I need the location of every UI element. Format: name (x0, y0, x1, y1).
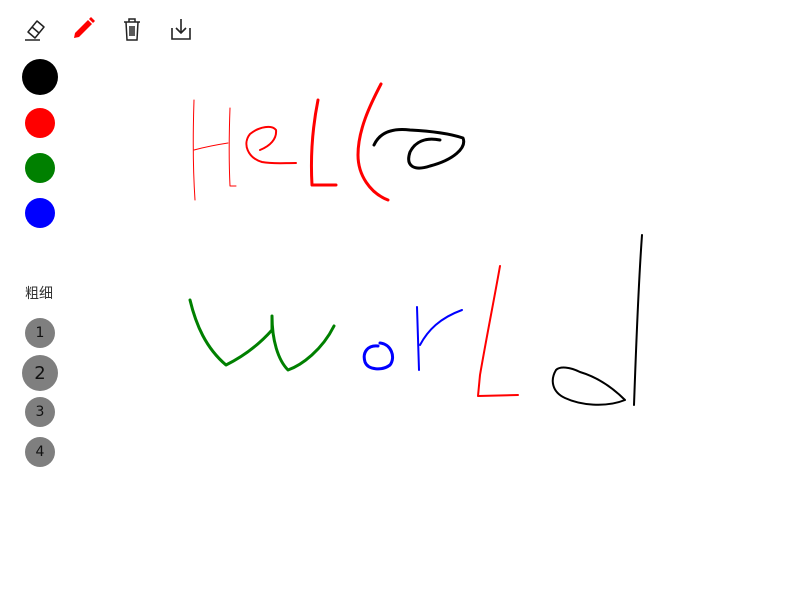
eraser-button[interactable] (18, 12, 52, 46)
stroke-d-bowl (551, 366, 626, 406)
size-option-4[interactable]: 4 (25, 437, 55, 467)
color-swatch-black[interactable] (22, 59, 58, 95)
stroke-r-stem (416, 306, 420, 371)
clear-button[interactable] (115, 12, 149, 46)
stroke-d-stem (633, 234, 643, 406)
stroke-H-bar (193, 142, 229, 151)
trash-icon (124, 18, 140, 41)
color-swatch-red[interactable] (25, 108, 55, 138)
save-button[interactable] (164, 12, 198, 46)
stroke-l1 (309, 98, 338, 187)
stroke-w (188, 298, 336, 372)
stroke-r-arm (419, 309, 463, 346)
size-option-label: 2 (34, 362, 46, 384)
size-option-label: 4 (35, 444, 45, 460)
size-option-2[interactable]: 2 (22, 355, 58, 391)
drawing-canvas[interactable] (0, 0, 800, 600)
size-label: 粗细 (25, 286, 53, 302)
pen-icon (74, 17, 95, 38)
stroke-l2 (356, 82, 390, 202)
stroke-H-right (228, 107, 237, 187)
stroke-L (477, 265, 519, 397)
pen-button[interactable] (66, 12, 100, 46)
size-option-1[interactable]: 1 (25, 318, 55, 348)
eraser-icon (25, 20, 45, 41)
size-option-label: 3 (35, 404, 45, 420)
stroke-o2 (362, 341, 395, 371)
stroke-e (245, 125, 297, 165)
color-swatch-blue[interactable] (25, 198, 55, 228)
size-option-3[interactable]: 3 (25, 397, 55, 427)
color-swatch-green[interactable] (25, 153, 55, 183)
size-option-label: 1 (35, 325, 45, 341)
stroke-o (372, 128, 466, 170)
download-icon (171, 19, 191, 40)
